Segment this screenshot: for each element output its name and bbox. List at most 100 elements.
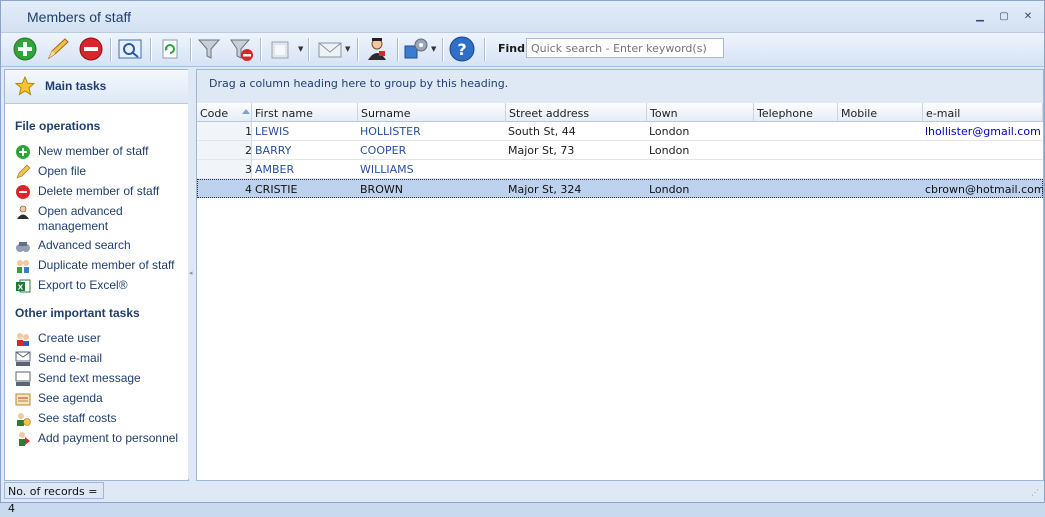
cell-first-name: LEWIS	[255, 125, 290, 138]
cell-email[interactable]: cbrown@hotmail.com	[925, 183, 1043, 196]
collapse-arrow-icon[interactable]: ◂	[189, 269, 193, 277]
task-add-payment[interactable]: Add payment to personnel	[15, 431, 185, 446]
edit-button[interactable]	[45, 36, 71, 62]
task-create-user[interactable]: Create user	[15, 331, 185, 346]
group-hint: Drag a column heading here to group by t…	[209, 77, 509, 90]
mail-button[interactable]	[317, 36, 343, 62]
cell-first-name: BARRY	[255, 144, 292, 157]
cell-surname: HOLLISTER	[360, 125, 421, 138]
task-see-staff-costs[interactable]: See staff costs	[15, 411, 185, 426]
window-title: Members of staff	[27, 9, 132, 25]
panel-splitter[interactable]: ◂	[188, 69, 195, 479]
task-label: Send e-mail	[38, 351, 103, 365]
task-label: Create user	[38, 331, 101, 345]
task-duplicate-member[interactable]: Duplicate member of staff	[15, 258, 185, 273]
print-button[interactable]	[267, 36, 293, 62]
cell-surname: BROWN	[360, 183, 403, 196]
cell-town: London	[649, 125, 690, 138]
binoculars-icon	[16, 242, 30, 252]
funnel-remove-icon	[230, 39, 253, 61]
table-row[interactable]: 1 LEWIS HOLLISTER South St, 44 London lh…	[197, 122, 1043, 141]
magnifier-icon	[118, 39, 142, 59]
cell-email[interactable]: lhollister@gmail.com	[925, 125, 1041, 138]
gear-icon	[404, 38, 428, 59]
table-row-selected[interactable]: 4 CRISTIE BROWN Major St, 324 London cbr…	[197, 179, 1043, 198]
plus-circle-icon	[13, 37, 37, 61]
task-label: Add payment to personnel	[38, 431, 179, 445]
email-icon	[15, 351, 31, 366]
help-button[interactable]: ?	[449, 36, 475, 62]
task-delete-member[interactable]: Delete member of staff	[15, 184, 185, 199]
envelope-icon	[318, 42, 342, 58]
cell-street: Major St, 73	[508, 144, 575, 157]
task-label: Open advanced management	[38, 204, 123, 233]
main-tasks-header[interactable]: Main tasks	[5, 70, 188, 104]
task-label: Delete member of staff	[38, 184, 160, 198]
svg-text:X: X	[18, 284, 24, 292]
task-label: Advanced search	[38, 238, 131, 252]
group-by-panel[interactable]: Drag a column heading here to group by t…	[197, 70, 1043, 104]
column-header-first-name[interactable]: First name	[252, 103, 358, 122]
task-label: Export to Excel®	[38, 278, 128, 292]
plus-circle-icon	[16, 145, 30, 159]
task-send-email[interactable]: Send e-mail	[15, 351, 185, 366]
filter-button[interactable]	[196, 36, 222, 62]
column-header-surname[interactable]: Surname	[358, 103, 506, 122]
staff-grid: Drag a column heading here to group by t…	[196, 69, 1044, 481]
column-header-email[interactable]: e-mail	[923, 103, 1043, 122]
task-label: Send text message	[38, 371, 141, 385]
cell-code: 4	[245, 183, 252, 196]
main-tasks-title: Main tasks	[45, 79, 107, 93]
funnel-icon	[197, 39, 221, 59]
task-open-advanced-management[interactable]: Open advanced management	[15, 204, 185, 234]
advanced-management-button[interactable]	[364, 36, 390, 62]
task-label: See staff costs	[38, 411, 117, 425]
task-open-file[interactable]: Open file	[15, 164, 185, 179]
cell-street: Major St, 324	[508, 183, 582, 196]
task-export-excel[interactable]: X Export to Excel®	[15, 278, 185, 293]
column-header-code[interactable]: Code	[197, 103, 252, 122]
table-row[interactable]: 2 BARRY COOPER Major St, 73 London	[197, 141, 1043, 160]
delete-button[interactable]	[78, 36, 104, 62]
minimize-button[interactable]: ▁	[973, 11, 987, 23]
person-icon	[17, 205, 29, 219]
column-header-mobile[interactable]: Mobile	[838, 103, 923, 122]
task-sidebar: Main tasks File operations New member of…	[4, 69, 189, 481]
resize-grip-icon[interactable]: ⋰	[1031, 488, 1039, 497]
minus-circle-icon	[16, 185, 30, 199]
users-icon	[17, 333, 29, 346]
task-new-member[interactable]: New member of staff	[15, 144, 185, 159]
column-header-street[interactable]: Street address	[506, 103, 647, 122]
add-button[interactable]	[12, 36, 38, 62]
excel-icon: X	[16, 279, 31, 293]
close-button[interactable]: ✕	[1021, 11, 1035, 23]
payment-icon	[19, 432, 30, 446]
column-header-telephone[interactable]: Telephone	[754, 103, 838, 122]
refresh-button[interactable]	[157, 36, 183, 62]
clear-filter-button[interactable]	[228, 36, 254, 62]
task-label: See agenda	[38, 391, 103, 405]
cell-surname: WILLIAMS	[360, 163, 414, 176]
table-row[interactable]: 3 AMBER WILLIAMS	[197, 160, 1043, 179]
app-window: Members of staff ▁ ▢ ✕ ▼ ▼ ▼ ? Find Quic…	[0, 0, 1045, 515]
help-icon: ?	[449, 36, 475, 62]
task-send-sms[interactable]: Send text message	[15, 371, 185, 386]
pencil-icon	[47, 38, 69, 60]
tools-button[interactable]	[403, 36, 429, 62]
cell-code: 1	[245, 125, 252, 138]
status-record-count: No. of records = 4	[4, 482, 104, 515]
quick-search-input[interactable]	[526, 38, 724, 58]
print-dropdown-arrow[interactable]: ▼	[298, 45, 303, 53]
mail-dropdown-arrow[interactable]: ▼	[345, 45, 350, 53]
column-header-town[interactable]: Town	[647, 103, 754, 122]
sort-ascending-icon	[242, 109, 250, 114]
restore-button[interactable]: ▢	[997, 11, 1011, 23]
section-file-operations: File operations	[15, 119, 101, 133]
task-see-agenda[interactable]: See agenda	[15, 391, 185, 406]
cell-code: 3	[245, 163, 252, 176]
cell-town: London	[649, 183, 690, 196]
preview-button[interactable]	[117, 36, 143, 62]
tools-dropdown-arrow[interactable]: ▼	[431, 45, 436, 53]
title-bar: Members of staff ▁ ▢ ✕	[1, 1, 1044, 33]
task-advanced-search[interactable]: Advanced search	[15, 238, 185, 253]
